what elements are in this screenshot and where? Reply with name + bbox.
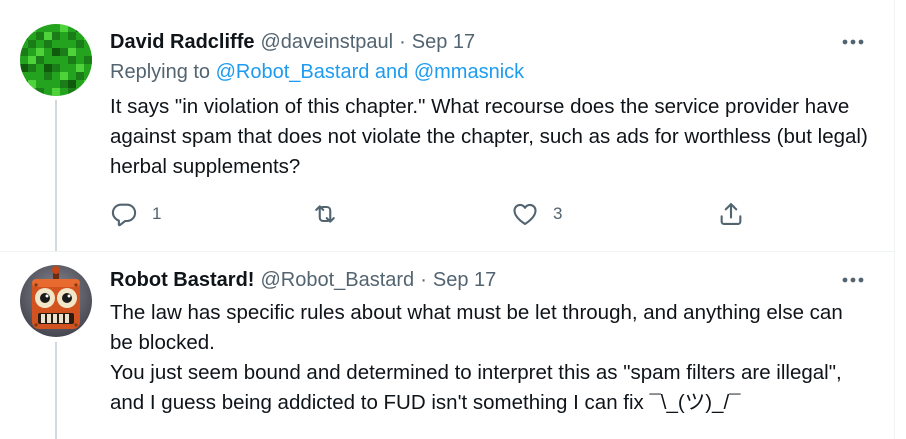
green-pixel-avatar[interactable] xyxy=(20,24,92,96)
reply-count: 1 xyxy=(152,204,162,223)
retweet-button[interactable] xyxy=(311,199,339,229)
tweet-thread: David Radcliffe @daveinstpaul · Sep 17 R… xyxy=(0,0,906,439)
heart-icon xyxy=(513,203,537,225)
header-separator: · xyxy=(420,268,427,291)
tweet-header: David Radcliffe @daveinstpaul · Sep 17 xyxy=(110,29,475,55)
like-button[interactable]: 3 xyxy=(511,199,562,229)
tweet-header: Robot Bastard! @Robot_Bastard · Sep 17 xyxy=(110,267,496,293)
share-button[interactable] xyxy=(717,199,745,229)
tweet-text-paragraph: You just seem bound and determined to in… xyxy=(110,361,842,414)
like-count: 3 xyxy=(553,204,563,223)
retweet-icon xyxy=(315,205,335,223)
column-border xyxy=(894,0,895,439)
tweet-text: It says "in violation of this chapter." … xyxy=(110,92,870,182)
tweet-text-paragraph: It says "in violation of this chapter." … xyxy=(110,95,868,178)
tweet-text: The law has specific rules about what mu… xyxy=(110,298,870,418)
user-handle[interactable]: @daveinstpaul xyxy=(260,31,393,54)
tweet-actions: 1 3 xyxy=(110,199,770,229)
display-name[interactable]: Robot Bastard! xyxy=(110,269,254,292)
tweet-text-paragraph: The law has specific rules about what mu… xyxy=(110,301,843,354)
replying-mention-mmasnick[interactable]: @mmasnick xyxy=(414,61,524,83)
tweet-robot-bastard[interactable]: Robot Bastard! @Robot_Bastard · Sep 17 T… xyxy=(0,252,894,439)
more-dots-icon xyxy=(842,277,864,283)
reply-icon xyxy=(111,203,137,227)
more-options-button[interactable] xyxy=(840,267,866,293)
more-dots-icon xyxy=(842,39,864,45)
tweet-date[interactable]: Sep 17 xyxy=(412,31,475,54)
header-separator: · xyxy=(399,30,406,53)
display-name[interactable]: David Radcliffe xyxy=(110,31,254,54)
replying-to-label: Replying to xyxy=(110,61,216,83)
tweet-date[interactable]: Sep 17 xyxy=(433,269,496,292)
robot-avatar-image xyxy=(20,265,92,337)
share-icon xyxy=(720,203,742,225)
replying-to-line: Replying to @Robot_Bastard and @mmasnick xyxy=(110,61,524,84)
green-pixel-avatar-image xyxy=(20,24,92,96)
thread-connector-line xyxy=(55,342,57,439)
thread-connector-line xyxy=(55,100,57,252)
replying-conjunction: and xyxy=(369,61,414,83)
orange-robot-avatar[interactable] xyxy=(20,265,92,337)
replying-mention-robot-bastard[interactable]: @Robot_Bastard xyxy=(216,61,370,83)
reply-button[interactable]: 1 xyxy=(110,199,161,229)
tweet-david-radcliffe[interactable]: David Radcliffe @daveinstpaul · Sep 17 R… xyxy=(0,0,894,252)
more-options-button[interactable] xyxy=(840,29,866,55)
user-handle[interactable]: @Robot_Bastard xyxy=(260,269,414,292)
